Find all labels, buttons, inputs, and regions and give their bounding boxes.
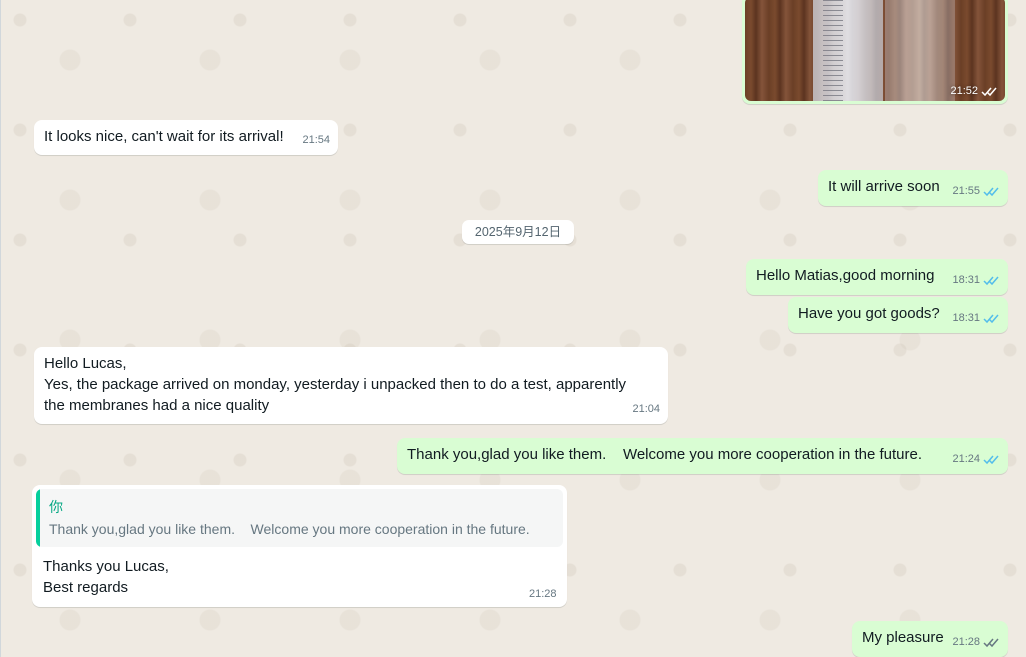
- quote-text: Thank you,glad you like them. Welcome yo…: [49, 521, 530, 537]
- message-time: 21:52: [950, 85, 978, 97]
- message-meta: 21:52: [950, 85, 998, 97]
- outgoing-message[interactable]: Thank you,glad you like them. Welcome yo…: [397, 438, 1008, 474]
- image-message[interactable]: 21:52: [742, 0, 1008, 104]
- message-line: Hello Lucas,: [44, 355, 127, 372]
- double-check-read-icon: [981, 87, 997, 96]
- outgoing-message[interactable]: Hello Matias,good morning 18:31: [746, 259, 1008, 295]
- reply-body: Thanks you Lucas, Best regards: [43, 556, 169, 598]
- message-text: It will arrive soon: [828, 178, 940, 195]
- double-check-delivered-icon: [983, 638, 999, 648]
- message-meta: 18:31: [952, 308, 1000, 329]
- message-time: 18:31: [952, 312, 980, 324]
- message-line: Best regards: [43, 579, 129, 596]
- message-time: 21:54: [302, 134, 330, 146]
- message-text: My pleasure: [862, 629, 944, 646]
- message-meta: 21:55: [952, 181, 1000, 202]
- message-line: the membranes had a nice quality: [44, 397, 270, 414]
- date-separator: 2025年9月12日: [462, 220, 574, 244]
- message-text: Have you got goods?: [798, 305, 940, 322]
- message-time: 21:28: [529, 588, 557, 600]
- photo-bag: [885, 0, 955, 101]
- outgoing-message[interactable]: My pleasure 21:28: [852, 621, 1008, 657]
- double-check-read-icon: [983, 276, 999, 286]
- message-time: 18:31: [952, 274, 980, 286]
- double-check-read-icon: [983, 455, 999, 465]
- message-text: It looks nice, can't wait for its arriva…: [44, 128, 284, 145]
- double-check-read-icon: [983, 187, 999, 197]
- message-meta: 18:31: [952, 270, 1000, 291]
- panel-divider: [0, 0, 1, 657]
- photo-ruler-marks: [823, 0, 843, 101]
- quote-author: 你: [49, 499, 63, 515]
- message-time: 21:04: [632, 403, 660, 415]
- message-meta: 21:54: [302, 130, 330, 151]
- message-time: 21:24: [952, 453, 980, 465]
- message-meta: 21:04: [632, 399, 660, 420]
- outgoing-message[interactable]: Have you got goods? 18:31: [788, 297, 1008, 333]
- outgoing-message[interactable]: It will arrive soon 21:55: [818, 170, 1008, 206]
- message-line: Yes, the package arrived on monday, yest…: [44, 376, 627, 393]
- message-time: 21:55: [952, 185, 980, 197]
- message-meta: 21:28: [952, 632, 1000, 653]
- double-check-read-icon: [983, 314, 999, 324]
- quote-accent-bar: [36, 489, 40, 547]
- message-meta: 21:24: [952, 449, 1000, 470]
- message-text: Thank you,glad you like them. Welcome yo…: [407, 446, 922, 463]
- message-text: Hello Matias,good morning: [756, 267, 935, 284]
- incoming-message[interactable]: It looks nice, can't wait for its arriva…: [34, 120, 338, 155]
- quoted-message[interactable]: 你 Thank you,glad you like them. Welcome …: [36, 489, 563, 547]
- message-line: Thanks you Lucas,: [43, 558, 169, 575]
- incoming-message[interactable]: Hello Lucas, Yes, the package arrived on…: [34, 347, 668, 424]
- message-time: 21:28: [952, 636, 980, 648]
